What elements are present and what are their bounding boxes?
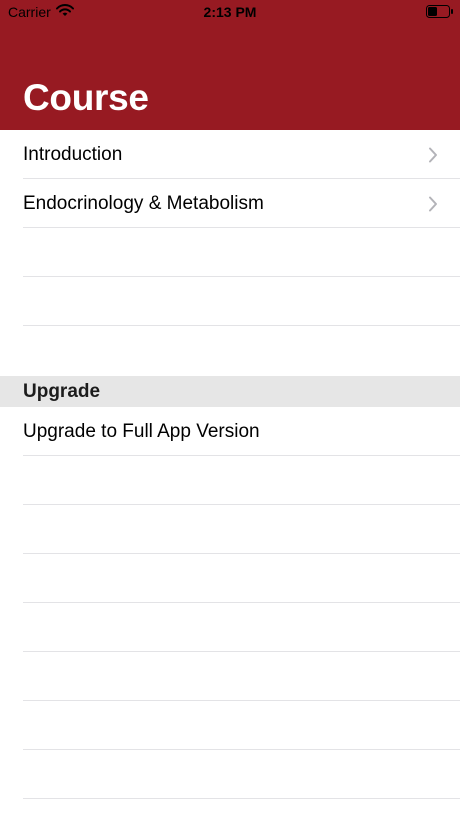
empty-row [0, 505, 460, 554]
section-header-upgrade: Upgrade [0, 376, 460, 407]
list-item-label: Introduction [23, 144, 123, 165]
list-item-label: Endocrinology & Metabolism [23, 193, 264, 214]
empty-row [0, 701, 460, 750]
status-time: 2:13 PM [203, 4, 257, 20]
empty-row [0, 603, 460, 652]
list-item-upgrade-full-version[interactable]: Upgrade to Full App Version [0, 407, 460, 456]
list-item-endocrinology-metabolism[interactable]: Endocrinology & Metabolism [0, 179, 460, 228]
section-title: Upgrade [23, 381, 101, 402]
empty-row [0, 750, 460, 799]
chevron-right-icon [428, 196, 438, 217]
row-separator [23, 325, 460, 326]
empty-row [0, 277, 460, 326]
empty-row [0, 228, 460, 277]
chevron-right-icon [428, 147, 438, 168]
list-item-label: Upgrade to Full App Version [23, 421, 260, 442]
battery-icon [426, 5, 454, 21]
row-separator [23, 798, 460, 799]
empty-row [0, 554, 460, 603]
status-bar: Carrier 2:13 PM [0, 0, 460, 24]
list-item-introduction[interactable]: Introduction [0, 130, 460, 179]
empty-row [0, 652, 460, 701]
navigation-header: Carrier 2:13 PM Course [0, 0, 460, 130]
empty-row [0, 456, 460, 505]
page-title: Course [23, 77, 149, 118]
